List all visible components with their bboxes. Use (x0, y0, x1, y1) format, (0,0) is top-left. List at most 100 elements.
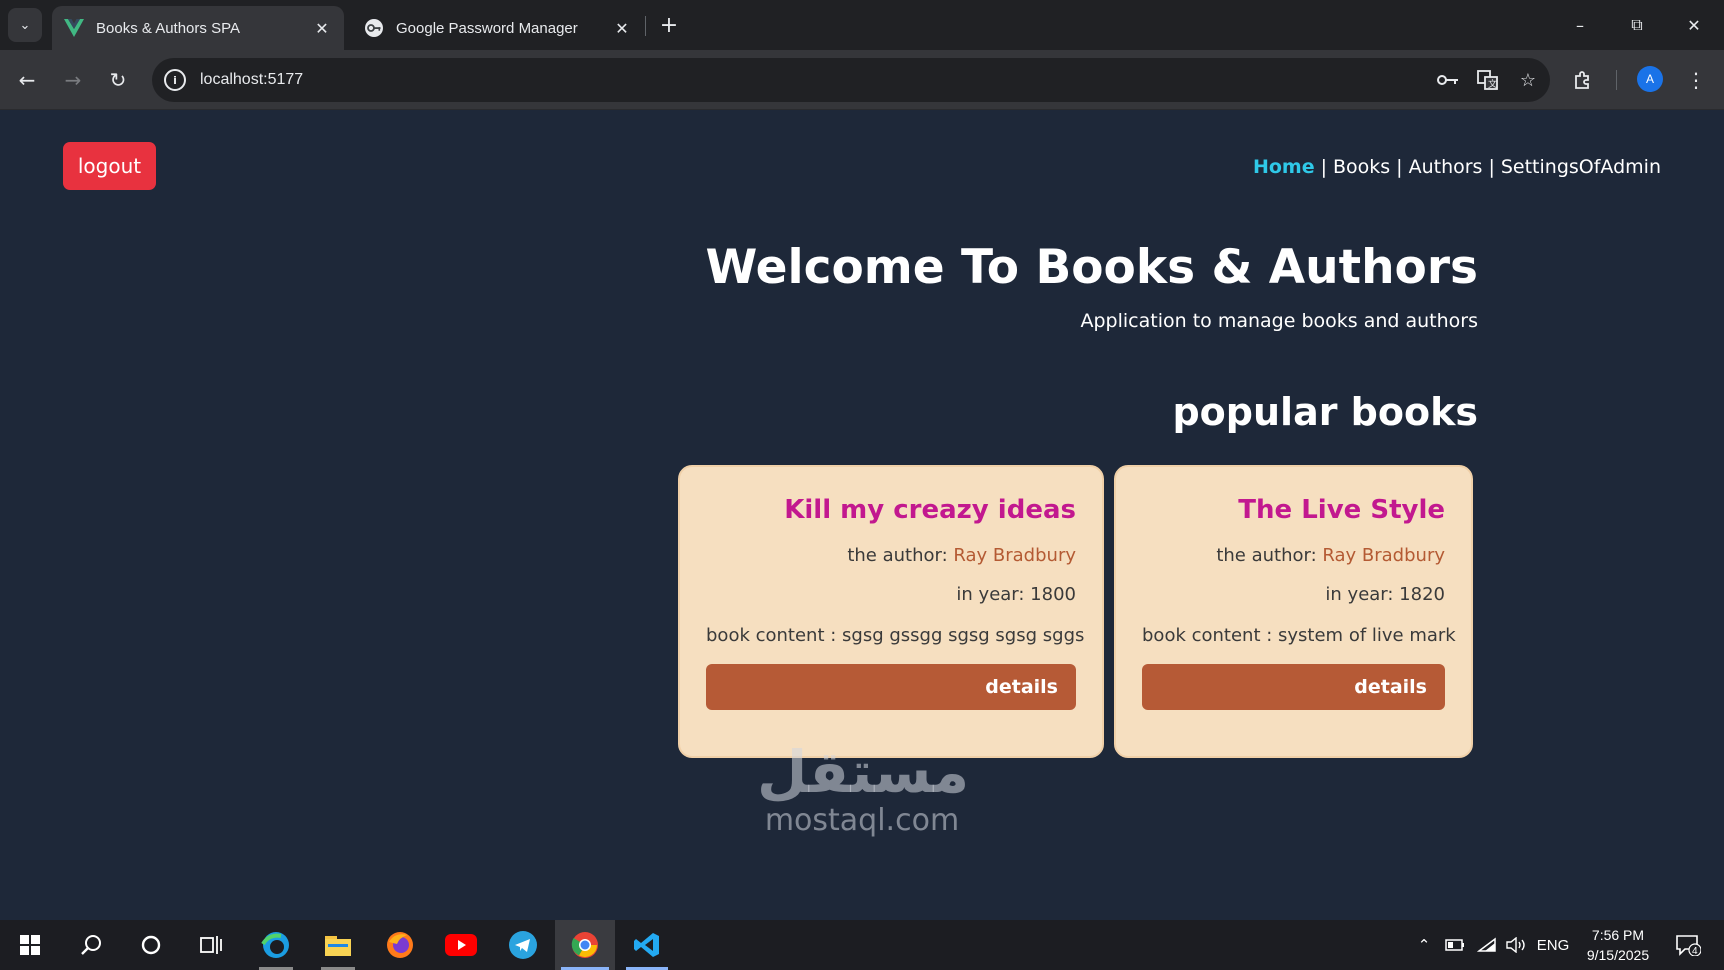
show-hidden-icons-button[interactable]: ⌃ (1412, 920, 1436, 970)
volume-icon[interactable] (1504, 920, 1530, 970)
page-title: Welcome To Books & Authors (705, 240, 1478, 295)
details-button[interactable]: details (706, 664, 1076, 710)
svg-text:文: 文 (1488, 78, 1497, 90)
book-content: book content : system of live mark (1142, 625, 1456, 646)
cortana-icon (141, 935, 161, 955)
book-card: The Live Style the author: Ray Bradbury … (1114, 465, 1473, 758)
author-name: Ray Bradbury (953, 545, 1076, 566)
forward-button[interactable]: → (58, 65, 88, 95)
book-title: Kill my creazy ideas (784, 495, 1076, 525)
browser-tab-bar: ⌄ Books & Authors SPA ✕ Google Password … (0, 0, 1724, 50)
nav-books-link[interactable]: Books (1333, 156, 1390, 178)
toolbar-divider (1616, 70, 1617, 90)
telegram-app[interactable] (496, 920, 550, 970)
notification-center-button[interactable]: 4 (1668, 920, 1708, 970)
system-clock[interactable]: 7:56 PM 9/15/2025 (1578, 925, 1658, 965)
close-icon[interactable]: ✕ (312, 18, 332, 38)
reload-button[interactable]: ↻ (103, 65, 133, 95)
tab-books-authors[interactable]: Books & Authors SPA ✕ (52, 6, 344, 50)
section-title: popular books (1172, 390, 1478, 434)
chrome-icon (571, 932, 598, 958)
clock-date: 9/15/2025 (1586, 947, 1650, 963)
reload-icon: ↻ (109, 68, 127, 92)
folder-icon (325, 936, 351, 956)
site-info-icon[interactable]: i (164, 69, 186, 91)
chevron-down-icon: ⌄ (19, 17, 31, 33)
windows-icon (20, 935, 40, 955)
language-indicator[interactable]: ENG (1535, 920, 1571, 970)
close-icon[interactable]: ✕ (612, 18, 632, 38)
page-content: logout Home | Books | Authors | SettingsOfAdmi… (0, 110, 1724, 920)
vue-logo-icon (64, 18, 84, 38)
translate-icon[interactable]: 文 (1470, 62, 1506, 98)
tab-divider (645, 16, 646, 36)
book-title: The Live Style (1238, 495, 1445, 525)
restore-button[interactable]: ⧉ (1617, 10, 1657, 40)
vscode-app[interactable] (620, 920, 674, 970)
book-card: Kill my creazy ideas the author: Ray Bra… (678, 465, 1104, 758)
firefox-app[interactable] (373, 920, 427, 970)
restore-icon: ⧉ (1631, 15, 1643, 34)
main-nav: Home | Books | Authors | SettingsOfAdmin (1253, 156, 1661, 178)
task-view-icon (200, 936, 222, 954)
youtube-icon (445, 934, 477, 956)
arrow-left-icon: ← (18, 68, 36, 92)
notification-count: 4 (1692, 946, 1698, 957)
extensions-icon[interactable] (1568, 65, 1598, 95)
page-subtitle: Application to manage books and authors (1080, 310, 1479, 332)
password-manager-icon (364, 18, 384, 38)
book-author-line: the author: Ray Bradbury (706, 545, 1076, 566)
nav-authors-link[interactable]: Authors (1409, 156, 1483, 178)
browser-toolbar: ← → ↻ i localhost:5177 文 ☆ ⋮ (0, 50, 1724, 110)
key-icon[interactable] (1430, 62, 1466, 98)
tab-search-button[interactable]: ⌄ (8, 8, 42, 42)
cortana-button[interactable] (124, 920, 178, 970)
back-button[interactable]: ← (12, 65, 42, 95)
book-content: book content : sgsg gssgg sgsg sgsg sggs (706, 625, 1085, 646)
wifi-icon[interactable] (1474, 920, 1500, 970)
close-icon: ✕ (1687, 15, 1701, 35)
profile-avatar[interactable]: A (1637, 66, 1663, 92)
logout-button[interactable]: logout (63, 142, 156, 190)
search-button[interactable] (64, 920, 118, 970)
star-icon[interactable]: ☆ (1510, 62, 1546, 98)
address-bar[interactable]: i localhost:5177 文 ☆ (152, 58, 1550, 102)
battery-icon[interactable] (1442, 920, 1468, 970)
book-author-line: the author: Ray Bradbury (1142, 545, 1445, 566)
nav-settings-link[interactable]: SettingsOfAdmin (1501, 156, 1661, 178)
author-name: Ray Bradbury (1322, 545, 1445, 566)
search-icon (81, 935, 101, 955)
youtube-app[interactable] (434, 920, 488, 970)
plus-icon: + (659, 12, 679, 38)
author-label: the author: (847, 545, 948, 566)
edge-icon (261, 932, 289, 958)
nav-separator: | (1396, 156, 1403, 178)
task-view-button[interactable] (184, 920, 238, 970)
arrow-right-icon: → (64, 68, 82, 92)
edge-app[interactable] (249, 920, 303, 970)
minimize-button[interactable]: – (1560, 10, 1600, 40)
clock-time: 7:56 PM (1591, 927, 1645, 943)
tab-title: Google Password Manager (396, 19, 578, 37)
new-tab-button[interactable]: + (656, 12, 682, 38)
book-year: in year: 1820 (1325, 584, 1445, 605)
chrome-app[interactable] (555, 920, 615, 970)
vscode-icon (634, 933, 659, 957)
nav-separator: | (1488, 156, 1495, 178)
telegram-icon (509, 931, 537, 959)
tab-title: Books & Authors SPA (96, 19, 240, 37)
author-label: the author: (1216, 545, 1317, 566)
url-text[interactable]: localhost:5177 (200, 71, 1430, 89)
taskbar: ⌃ ENG 7:56 PM 9/15/2025 4 (0, 920, 1724, 970)
start-button[interactable] (3, 920, 57, 970)
nav-home-link[interactable]: Home (1253, 156, 1315, 178)
close-window-button[interactable]: ✕ (1674, 10, 1714, 40)
details-button[interactable]: details (1142, 664, 1445, 710)
nav-separator: | (1320, 156, 1327, 178)
tab-password-manager[interactable]: Google Password Manager ✕ (352, 6, 644, 50)
chevron-up-icon: ⌃ (1417, 937, 1431, 954)
firefox-icon (387, 932, 413, 958)
menu-icon[interactable]: ⋮ (1681, 65, 1711, 95)
file-explorer-app[interactable] (311, 920, 365, 970)
book-year: in year: 1800 (956, 584, 1076, 605)
